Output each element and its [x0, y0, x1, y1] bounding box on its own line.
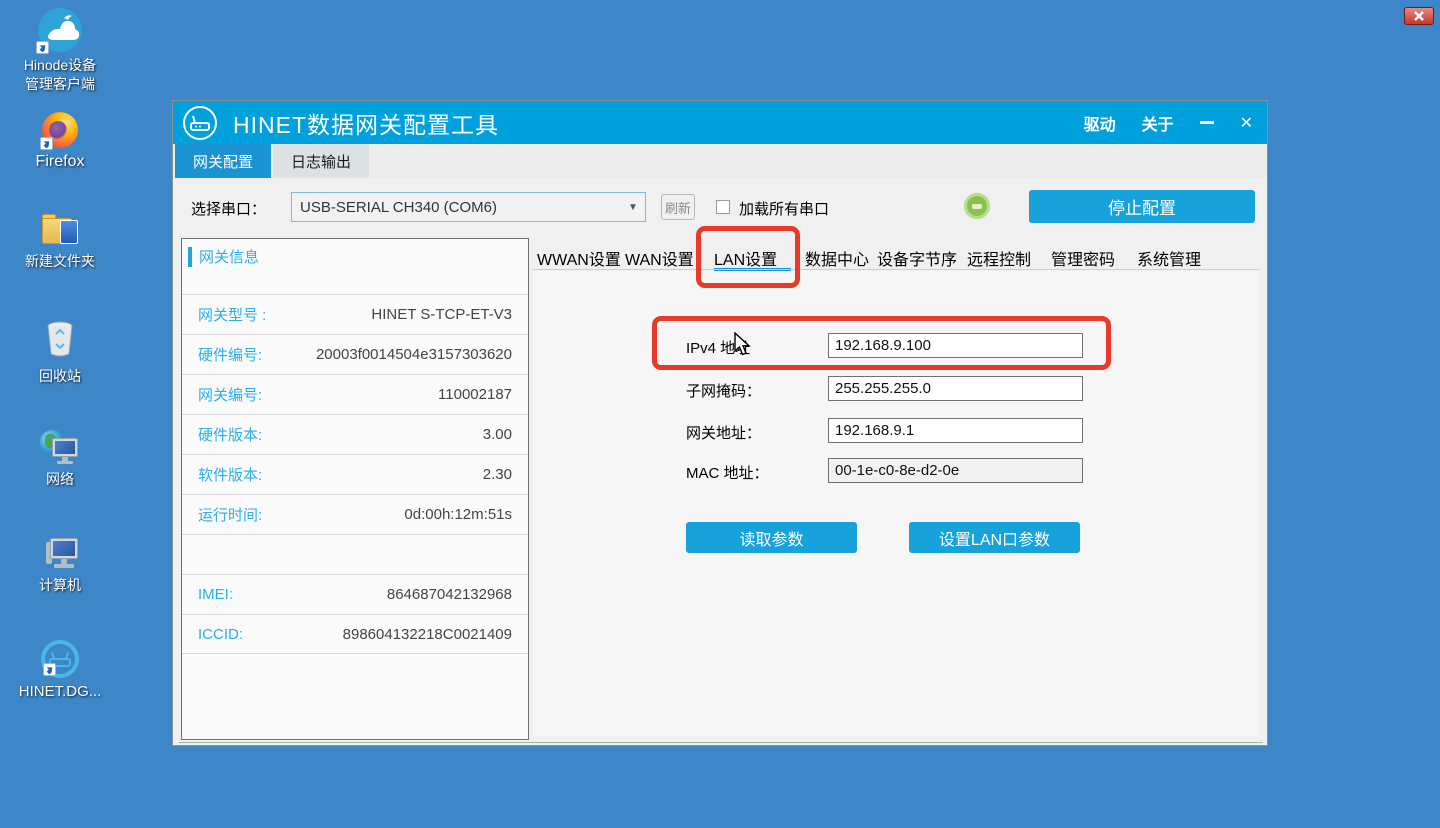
tab-admin-password[interactable]: 管理密码 — [1051, 246, 1115, 270]
computer-icon — [40, 536, 80, 572]
tab-log-output[interactable]: 日志输出 — [273, 144, 369, 178]
info-value: 2.30 — [483, 466, 512, 483]
refresh-button[interactable]: 刷新 — [661, 194, 695, 220]
load-all-ports-checkbox[interactable] — [716, 200, 730, 214]
desktop-icon-firefox[interactable]: Firefox — [0, 112, 120, 171]
tab-wan-settings[interactable]: WAN设置 — [625, 246, 694, 270]
info-row-empty — [182, 534, 528, 574]
info-row-hw-version: 硬件版本: 3.00 — [182, 414, 528, 454]
subnet-mask-label: 子网掩码： — [686, 380, 761, 401]
info-row-hardware-id: 硬件编号: 20003f0014504e3157303620 — [182, 334, 528, 374]
hinode-app-icon — [38, 8, 82, 52]
mac-address-label: MAC 地址： — [686, 462, 769, 483]
tab-system-management[interactable]: 系统管理 — [1137, 246, 1201, 270]
network-icon — [40, 430, 80, 466]
main-tab-bar: 网关配置 日志输出 — [173, 144, 1267, 178]
info-label: 网关编号: — [198, 384, 262, 405]
set-lan-params-button[interactable]: 设置LAN口参数 — [909, 522, 1080, 553]
gateway-info-rows: 网关型号 : HINET S-TCP-ET-V3 硬件编号: 20003f00145… — [182, 294, 528, 654]
label-line-2: 管理客户端 — [0, 75, 120, 94]
info-value: 20003f0014504e3157303620 — [316, 346, 512, 363]
subnet-mask-input[interactable] — [828, 376, 1083, 401]
desktop-icon-label: 回收站 — [0, 367, 120, 386]
close-icon — [1414, 11, 1424, 21]
desktop-icon-label: 网络 — [0, 470, 120, 489]
info-label: 硬件编号: — [198, 344, 262, 365]
hinet-app-icon — [41, 640, 79, 678]
info-label: 软件版本: — [198, 464, 262, 485]
chevron-down-icon[interactable]: ▼ — [621, 202, 645, 213]
tab-gateway-config[interactable]: 网关配置 — [175, 144, 271, 178]
tab-remote-control[interactable]: 远程控制 — [967, 246, 1031, 270]
info-row-gateway-id: 网关编号: 110002187 — [182, 374, 528, 414]
desktop-icon-computer[interactable]: 计算机 — [0, 536, 120, 595]
info-label: ICCID: — [198, 626, 243, 643]
window-bottom-divider — [179, 742, 1263, 743]
connection-status-icon — [964, 193, 990, 219]
desktop-icon-label: Firefox — [0, 152, 120, 171]
tab-wwan-settings[interactable]: WWAN设置 — [537, 246, 621, 270]
desktop-icon-new-folder[interactable]: 新建文件夹 — [0, 216, 120, 271]
shortcut-arrow-icon — [43, 663, 56, 676]
info-value: 0d:00h:12m:51s — [404, 506, 512, 523]
desktop-icon-recycle-bin[interactable]: 回收站 — [0, 320, 120, 386]
info-value: 898604132218C0021409 — [343, 626, 512, 643]
driver-button[interactable]: 驱动 — [1084, 111, 1116, 135]
about-button[interactable]: 关于 — [1142, 111, 1174, 135]
header-accent-bar — [188, 247, 192, 267]
desktop-icon-label: 计算机 — [0, 576, 120, 595]
serial-port-select[interactable]: USB-SERIAL CH340 (COM6) ▼ — [291, 192, 646, 222]
titlebar: HINET数据网关配置工具 驱动 关于 ✕ — [173, 101, 1267, 144]
router-app-icon — [183, 106, 217, 140]
desktop-icon-hinet-shortcut[interactable]: HINET.DG... — [0, 640, 120, 701]
app-window: HINET数据网关配置工具 驱动 关于 ✕ 网关配置 日志输出 选择串口： US… — [172, 100, 1268, 746]
minimize-button[interactable] — [1200, 121, 1214, 124]
tab-device-byte-order[interactable]: 设备字节序 — [877, 246, 957, 270]
desktop-close-button[interactable] — [1404, 7, 1434, 25]
tab-divider — [533, 269, 1259, 270]
folder-icon — [40, 216, 80, 248]
info-value: 3.00 — [483, 426, 512, 443]
info-label: 运行时间: — [198, 504, 262, 525]
shortcut-arrow-icon — [40, 137, 53, 150]
mac-address-input[interactable] — [828, 458, 1083, 483]
gateway-info-title: 网关信息 — [199, 246, 259, 267]
gateway-info-panel: 网关信息 网关型号 : HINET S-TCP-ET-V3 硬件编号: 20003f… — [181, 238, 529, 740]
stop-config-button[interactable]: 停止配置 — [1029, 190, 1255, 223]
desktop-icon-label: 新建文件夹 — [0, 252, 120, 271]
info-value: 864687042132968 — [387, 586, 512, 603]
info-row-sw-version: 软件版本: 2.30 — [182, 454, 528, 494]
serial-port-label: 选择串口： — [191, 198, 266, 219]
label-line-1: Hinode设备 — [0, 56, 120, 75]
info-label: 网关型号 : — [198, 304, 266, 325]
close-button[interactable]: ✕ — [1240, 113, 1253, 133]
info-row-iccid: ICCID: 898604132218C0021409 — [182, 614, 528, 654]
info-row-uptime: 运行时间: 0d:00h:12m:51s — [182, 494, 528, 534]
info-label: 硬件版本: — [198, 424, 262, 445]
firefox-icon — [42, 112, 78, 148]
gateway-info-header: 网关信息 — [188, 246, 259, 267]
recycle-bin-icon — [0, 320, 120, 363]
info-value: 110002187 — [438, 386, 512, 403]
desktop-icon-hinode-client[interactable]: Hinode设备 管理客户端 — [0, 8, 120, 94]
desktop-icon-network[interactable]: 网络 — [0, 430, 120, 489]
info-row-imei: IMEI: 864687042132968 — [182, 574, 528, 614]
read-params-button[interactable]: 读取参数 — [686, 522, 857, 553]
shortcut-arrow-icon — [36, 41, 49, 54]
desktop-icon-label: Hinode设备 管理客户端 — [0, 56, 120, 94]
window-title: HINET数据网关配置工具 — [233, 106, 499, 140]
tab-data-center[interactable]: 数据中心 — [805, 246, 869, 270]
gateway-address-label: 网关地址： — [686, 422, 761, 443]
ipv4-address-input[interactable] — [828, 333, 1083, 358]
info-value: HINET S-TCP-ET-V3 — [371, 306, 512, 323]
serial-port-value: USB-SERIAL CH340 (COM6) — [292, 199, 621, 216]
info-row-model: 网关型号 : HINET S-TCP-ET-V3 — [182, 294, 528, 334]
desktop-icon-label: HINET.DG... — [0, 682, 120, 701]
gateway-address-input[interactable] — [828, 418, 1083, 443]
load-all-ports-label: 加载所有串口 — [739, 198, 829, 219]
ipv4-address-label: IPv4 地址 — [686, 337, 750, 358]
tab-lan-settings[interactable]: LAN设置 — [714, 246, 777, 270]
info-label: IMEI: — [198, 586, 233, 603]
